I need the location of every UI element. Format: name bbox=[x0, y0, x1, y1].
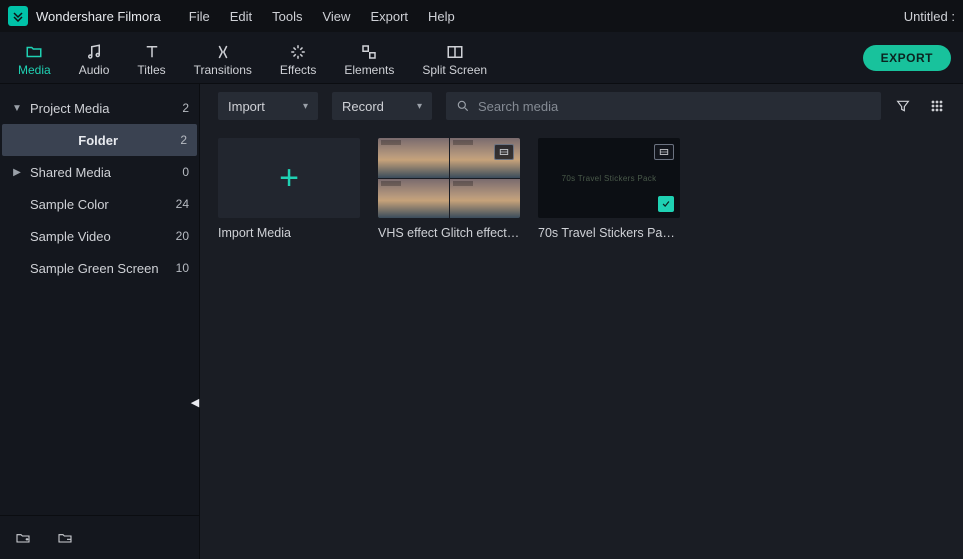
media-controls: Import ▾ Record ▾ bbox=[200, 84, 963, 128]
sidebar-item-count: 2 bbox=[182, 101, 189, 115]
sidebar-item-label: Project Media bbox=[30, 101, 182, 116]
sidebar: ▼ Project Media 2 Folder 2 ▶ Shared Medi… bbox=[0, 84, 200, 559]
music-icon bbox=[85, 43, 103, 61]
record-dropdown-label: Record bbox=[342, 99, 384, 114]
tab-label: Split Screen bbox=[422, 63, 487, 77]
tab-elements[interactable]: Elements bbox=[330, 39, 408, 77]
main-menu: File Edit Tools View Export Help bbox=[189, 9, 455, 24]
tab-label: Effects bbox=[280, 63, 316, 77]
export-button[interactable]: EXPORT bbox=[863, 45, 951, 71]
media-card-label: VHS effect Glitch effect… bbox=[378, 226, 520, 240]
sparkle-icon bbox=[289, 43, 307, 61]
media-card[interactable]: 70s Travel Stickers Pack 70s Travel Stic… bbox=[538, 138, 680, 240]
menu-export[interactable]: Export bbox=[370, 9, 408, 24]
media-thumb[interactable]: 70s Travel Stickers Pack bbox=[538, 138, 680, 218]
record-dropdown[interactable]: Record ▾ bbox=[332, 92, 432, 120]
search-wrap bbox=[446, 92, 881, 120]
tab-transitions[interactable]: Transitions bbox=[180, 39, 266, 77]
chevron-down-icon: ▾ bbox=[417, 101, 422, 112]
new-folder-icon[interactable] bbox=[14, 530, 32, 546]
tool-tabs: Media Audio Titles Transitions Effects bbox=[4, 39, 501, 77]
tab-label: Elements bbox=[344, 63, 394, 77]
media-card-import[interactable]: + Import Media bbox=[218, 138, 360, 240]
grid-view-icon[interactable] bbox=[929, 98, 945, 114]
sidebar-footer bbox=[0, 515, 199, 559]
tab-media[interactable]: Media bbox=[4, 39, 65, 77]
sidebar-item-count: 0 bbox=[182, 165, 189, 179]
film-badge-icon bbox=[494, 144, 514, 160]
sidebar-item-label: Shared Media bbox=[30, 165, 182, 180]
search-input[interactable] bbox=[478, 99, 871, 114]
document-title: Untitled : bbox=[904, 9, 955, 24]
tab-label: Media bbox=[18, 63, 51, 77]
media-card-label: Import Media bbox=[218, 226, 360, 240]
sidebar-item-shared-media[interactable]: ▶ Shared Media 0 bbox=[0, 156, 199, 188]
text-icon bbox=[143, 43, 161, 61]
chevron-right-icon: ▶ bbox=[10, 167, 24, 178]
menu-file[interactable]: File bbox=[189, 9, 210, 24]
tab-label: Titles bbox=[137, 63, 165, 77]
media-card-label: 70s Travel Stickers Pack… bbox=[538, 226, 680, 240]
sidebar-item-count: 20 bbox=[176, 229, 189, 243]
chevron-down-icon: ▾ bbox=[303, 101, 308, 112]
app-title: Wondershare Filmora bbox=[36, 9, 161, 24]
tab-audio[interactable]: Audio bbox=[65, 39, 124, 77]
import-dropdown-label: Import bbox=[228, 99, 265, 114]
delete-folder-icon[interactable] bbox=[56, 530, 74, 546]
tab-label: Transitions bbox=[194, 63, 252, 77]
media-grid: + Import Media VHS effect Glitch effect…… bbox=[200, 128, 963, 250]
tab-titles[interactable]: Titles bbox=[123, 39, 179, 77]
sidebar-item-sample-color[interactable]: Sample Color 24 bbox=[0, 188, 199, 220]
menu-tools[interactable]: Tools bbox=[272, 9, 302, 24]
thumb-text: 70s Travel Stickers Pack bbox=[562, 174, 657, 183]
sidebar-item-sample-green-screen[interactable]: Sample Green Screen 10 bbox=[0, 252, 199, 284]
elements-icon bbox=[360, 43, 378, 61]
plus-icon: + bbox=[279, 161, 299, 195]
sidebar-item-count: 24 bbox=[176, 197, 189, 211]
media-thumb[interactable] bbox=[378, 138, 520, 218]
sidebar-item-count: 2 bbox=[180, 133, 187, 147]
menu-help[interactable]: Help bbox=[428, 9, 455, 24]
main-panel: Import ▾ Record ▾ bbox=[200, 84, 963, 559]
sidebar-item-label: Folder bbox=[16, 133, 180, 148]
chevron-down-icon: ▼ bbox=[10, 103, 24, 114]
sidebar-collapse-handle[interactable]: ◀ bbox=[188, 394, 202, 410]
tab-effects[interactable]: Effects bbox=[266, 39, 330, 77]
sidebar-item-project-media[interactable]: ▼ Project Media 2 bbox=[0, 92, 199, 124]
media-card[interactable]: VHS effect Glitch effect… bbox=[378, 138, 520, 240]
search-icon bbox=[456, 99, 470, 113]
check-icon bbox=[658, 196, 674, 212]
titlebar: Wondershare Filmora File Edit Tools View… bbox=[0, 0, 963, 32]
tab-label: Audio bbox=[79, 63, 110, 77]
folder-icon bbox=[25, 43, 43, 61]
tab-split-screen[interactable]: Split Screen bbox=[408, 39, 501, 77]
menu-view[interactable]: View bbox=[322, 9, 350, 24]
sidebar-item-folder[interactable]: Folder 2 bbox=[2, 124, 197, 156]
sidebar-item-label: Sample Video bbox=[30, 229, 176, 244]
sidebar-list: ▼ Project Media 2 Folder 2 ▶ Shared Medi… bbox=[0, 84, 199, 515]
filter-icon[interactable] bbox=[895, 98, 911, 114]
import-dropdown[interactable]: Import ▾ bbox=[218, 92, 318, 120]
app-logo-icon bbox=[8, 6, 28, 26]
transition-icon bbox=[214, 43, 232, 61]
split-icon bbox=[446, 43, 464, 61]
sidebar-item-label: Sample Green Screen bbox=[30, 261, 176, 276]
sidebar-item-count: 10 bbox=[176, 261, 189, 275]
sidebar-item-sample-video[interactable]: Sample Video 20 bbox=[0, 220, 199, 252]
menu-edit[interactable]: Edit bbox=[230, 9, 252, 24]
film-badge-icon bbox=[654, 144, 674, 160]
sidebar-item-label: Sample Color bbox=[30, 197, 176, 212]
toolbar: Media Audio Titles Transitions Effects bbox=[0, 32, 963, 84]
import-thumb[interactable]: + bbox=[218, 138, 360, 218]
